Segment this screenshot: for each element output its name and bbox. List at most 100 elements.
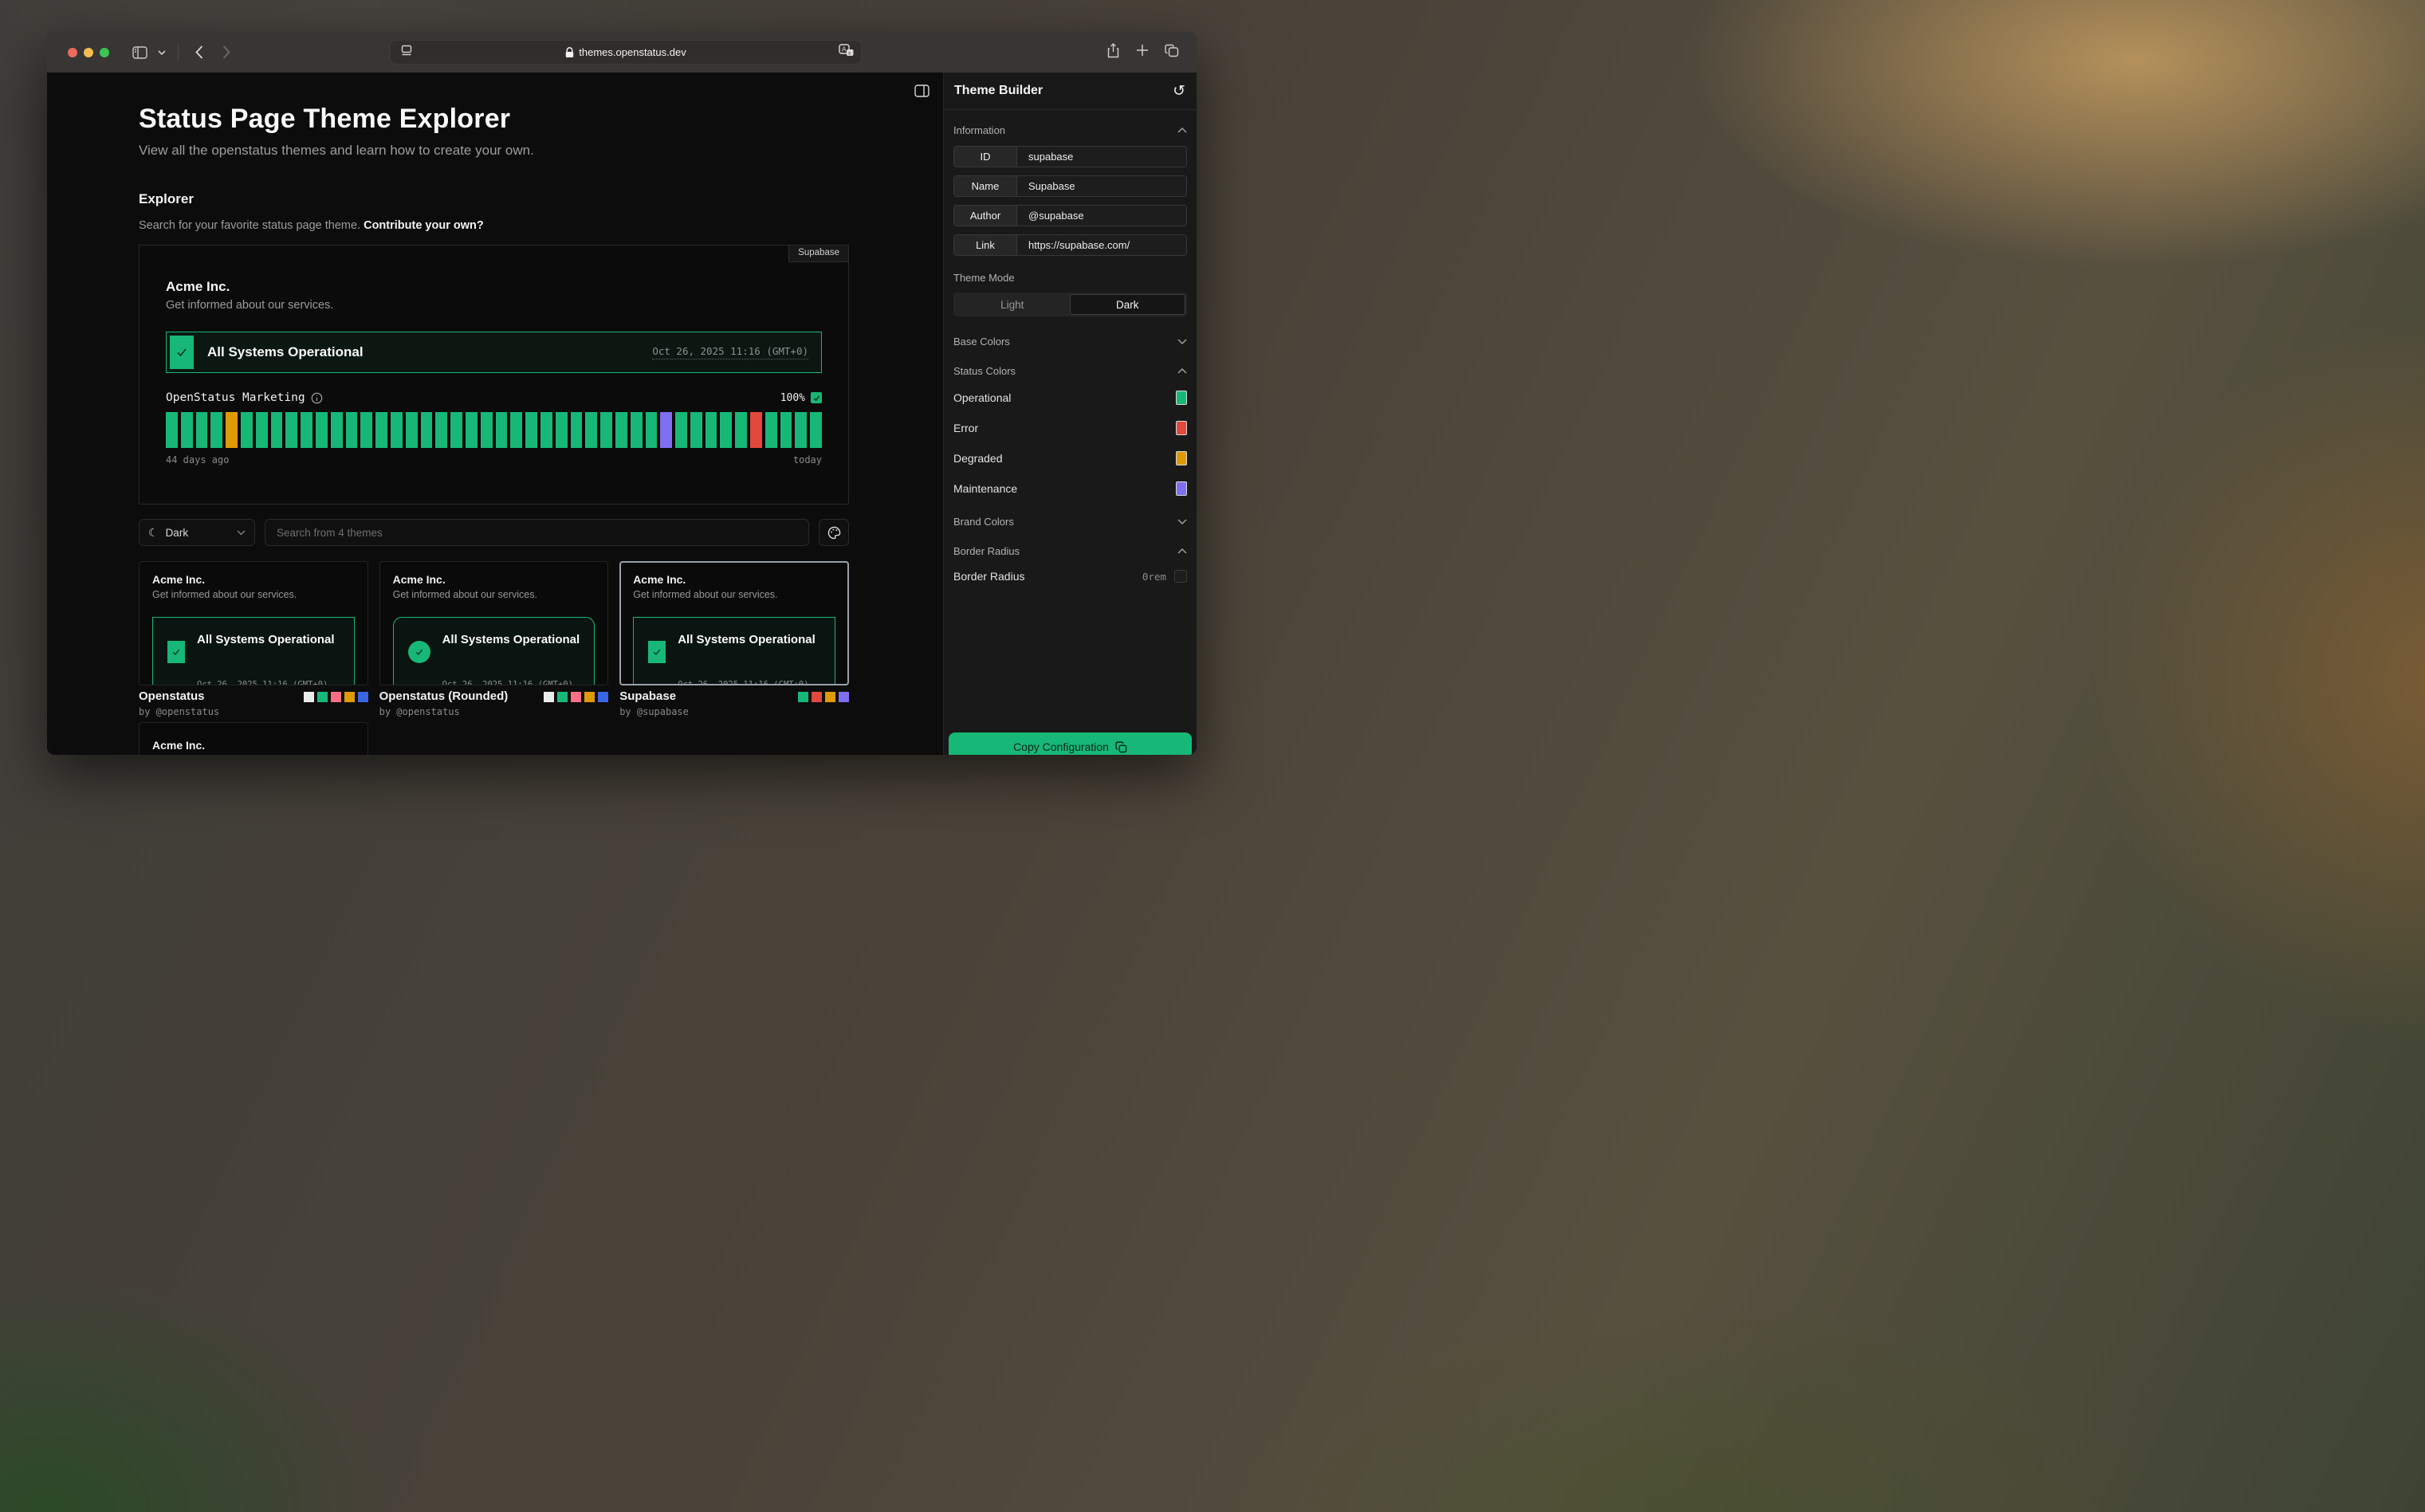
sidebar-toggle-icon[interactable]	[128, 41, 151, 64]
theme-preview-card: Supabase Acme Inc. Get informed about ou…	[139, 245, 849, 505]
uptime-bar-operational[interactable]	[166, 412, 178, 448]
sidebar-chevron-icon[interactable]	[155, 41, 168, 64]
field-label: ID	[954, 147, 1017, 167]
tab-overview-icon[interactable]	[1165, 44, 1179, 61]
chevron-down-icon	[237, 530, 246, 536]
uptime-bar-operational[interactable]	[690, 412, 702, 448]
uptime-bar-operational[interactable]	[271, 412, 283, 448]
url-bar[interactable]: themes.openstatus.dev A x	[390, 40, 862, 65]
uptime-bar-operational[interactable]	[466, 412, 478, 448]
uptime-bar-operational[interactable]	[585, 412, 597, 448]
theme-card-openstatus-rounded-[interactable]: Acme Inc.Get informed about our services…	[379, 561, 609, 685]
status-color-swatch[interactable]	[1176, 421, 1187, 435]
brand-colors-section-header[interactable]: Brand Colors	[953, 516, 1187, 528]
status-colors-section-header[interactable]: Status Colors	[953, 365, 1187, 377]
mini-tagline: Get informed about our services.	[152, 589, 355, 600]
uptime-bar-operational[interactable]	[675, 412, 687, 448]
theme-name[interactable]: Supabase	[619, 690, 676, 703]
status-color-swatch[interactable]	[1176, 451, 1187, 465]
uptime-bar-operational[interactable]	[375, 412, 387, 448]
monitor-name: OpenStatus Marketing	[166, 391, 305, 404]
theme-name[interactable]: Openstatus	[139, 690, 205, 703]
border-radius-section-header[interactable]: Border Radius	[953, 545, 1187, 557]
uptime-bars	[166, 412, 822, 448]
forward-button[interactable]	[215, 41, 238, 64]
new-tab-icon[interactable]	[1136, 44, 1149, 61]
info-icon[interactable]	[311, 392, 323, 404]
minimize-window-button[interactable]	[84, 48, 93, 57]
uptime-bar-operational[interactable]	[181, 412, 193, 448]
uptime-bar-operational[interactable]	[735, 412, 747, 448]
zoom-window-button[interactable]	[100, 48, 109, 57]
uptime-bar-operational[interactable]	[421, 412, 433, 448]
information-section-header[interactable]: Information	[953, 124, 1187, 136]
reset-icon[interactable]: ↺	[1173, 84, 1185, 99]
theme-mode-option-dark[interactable]: Dark	[1070, 294, 1186, 315]
uptime-bar-operational[interactable]	[391, 412, 403, 448]
palette-button[interactable]	[819, 519, 849, 546]
theme-name[interactable]: Openstatus (Rounded)	[379, 690, 509, 703]
uptime-bar-operational[interactable]	[346, 412, 358, 448]
uptime-bar-operational[interactable]	[301, 412, 312, 448]
close-window-button[interactable]	[68, 48, 77, 57]
information-fields: IDsupabaseNameSupabaseAuthor@supabaseLin…	[953, 146, 1187, 256]
uptime-bar-operational[interactable]	[406, 412, 418, 448]
page-settings-icon[interactable]	[400, 45, 413, 60]
theme-card-supabase[interactable]: Acme Inc.Get informed about our services…	[619, 561, 849, 685]
mini-tagline: Get informed about our services.	[633, 589, 835, 600]
contribute-link[interactable]: Contribute your own?	[364, 219, 484, 232]
field-value[interactable]: Supabase	[1017, 176, 1186, 196]
status-banner-timestamp[interactable]: Oct 26, 2025 11:16 (GMT+0)	[652, 345, 808, 359]
theme-mode-dropdown[interactable]: ☾ Dark	[139, 519, 255, 546]
theme-card-openstatus[interactable]: Acme Inc.Get informed about our services…	[139, 561, 368, 685]
uptime-bar-operational[interactable]	[780, 412, 792, 448]
theme-card-partial[interactable]: Acme Inc. Get informed about our service…	[139, 722, 368, 755]
uptime-bar-maintenance[interactable]	[660, 412, 672, 448]
right-panel-toggle-icon[interactable]	[914, 84, 930, 101]
uptime-bar-operational[interactable]	[256, 412, 268, 448]
uptime-bar-operational[interactable]	[810, 412, 822, 448]
translate-icon[interactable]: A x	[839, 44, 854, 61]
search-input[interactable]	[265, 519, 809, 546]
theme-mode-option-light[interactable]: Light	[955, 294, 1070, 315]
uptime-bar-operational[interactable]	[765, 412, 777, 448]
uptime-bar-operational[interactable]	[360, 412, 372, 448]
uptime-bar-operational[interactable]	[496, 412, 508, 448]
share-icon[interactable]	[1106, 43, 1120, 62]
uptime-bar-operational[interactable]	[615, 412, 627, 448]
uptime-bar-operational[interactable]	[331, 412, 343, 448]
uptime-bar-operational[interactable]	[435, 412, 447, 448]
copy-configuration-button[interactable]: Copy Configuration	[949, 732, 1192, 755]
uptime-bar-operational[interactable]	[556, 412, 568, 448]
browser-window: themes.openstatus.dev A x	[47, 32, 1197, 755]
uptime-bar-operational[interactable]	[450, 412, 462, 448]
uptime-bar-operational[interactable]	[705, 412, 717, 448]
color-swatch	[358, 692, 368, 702]
uptime-bar-operational[interactable]	[795, 412, 807, 448]
uptime-bar-operational[interactable]	[510, 412, 522, 448]
uptime-bar-operational[interactable]	[631, 412, 643, 448]
field-value[interactable]: supabase	[1017, 147, 1186, 167]
uptime-bar-operational[interactable]	[600, 412, 612, 448]
uptime-bar-operational[interactable]	[210, 412, 222, 448]
status-color-swatch[interactable]	[1176, 391, 1187, 405]
field-value[interactable]: https://supabase.com/	[1017, 235, 1186, 255]
uptime-bar-error[interactable]	[750, 412, 762, 448]
uptime-bar-operational[interactable]	[646, 412, 658, 448]
base-colors-section-header[interactable]: Base Colors	[953, 336, 1187, 348]
status-color-swatch[interactable]	[1176, 481, 1187, 496]
uptime-bar-operational[interactable]	[481, 412, 493, 448]
uptime-bar-operational[interactable]	[241, 412, 253, 448]
uptime-bar-operational[interactable]	[571, 412, 583, 448]
uptime-bar-operational[interactable]	[540, 412, 552, 448]
uptime-bar-operational[interactable]	[720, 412, 732, 448]
chevron-up-icon	[1177, 548, 1187, 554]
uptime-bar-operational[interactable]	[196, 412, 208, 448]
field-value[interactable]: @supabase	[1017, 206, 1186, 226]
back-button[interactable]	[188, 41, 210, 64]
uptime-bar-operational[interactable]	[316, 412, 328, 448]
uptime-bar-operational[interactable]	[285, 412, 297, 448]
uptime-bar-degraded[interactable]	[226, 412, 238, 448]
uptime-bar-operational[interactable]	[525, 412, 537, 448]
border-radius-swatch[interactable]	[1174, 570, 1187, 583]
